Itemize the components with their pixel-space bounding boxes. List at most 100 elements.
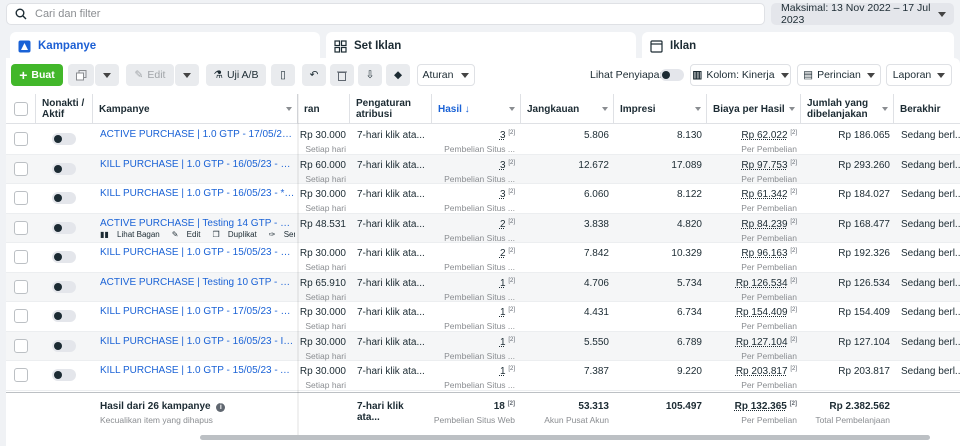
duplicate-action[interactable]: ❐ Duplikat — [212, 230, 262, 239]
campaign-name-link[interactable]: KILL PURCHASE | 1.0 GTP - 15/05/23 - Be.… — [100, 243, 295, 272]
row-checkbox[interactable] — [14, 309, 28, 323]
campaign-toggle[interactable] — [52, 251, 76, 265]
col-impressions[interactable]: Impresi — [614, 94, 707, 124]
col-toggle[interactable]: Nonakti / Aktif — [36, 94, 93, 124]
pin-action[interactable]: ✑ Sematkan — [269, 230, 295, 239]
campaign-name-link[interactable]: KILL PURCHASE | 1.0 GTP - 17/05/23 - Nai… — [100, 302, 295, 331]
row-checkbox[interactable] — [14, 338, 28, 353]
table-row[interactable]: KILL PURCHASE | 1.0 GTP - 16/05/23 - Pix… — [6, 154, 960, 184]
col-amount-spent[interactable]: Jumlah yang dibelanjakan — [801, 94, 894, 124]
table-row[interactable]: KILL PURCHASE | 1.0 GTP - 16/05/23 - * -… — [6, 184, 960, 214]
select-all-checkbox[interactable] — [14, 102, 28, 116]
tab-ad-sets[interactable]: Set Iklan — [326, 32, 636, 60]
budget-value: Rp 30.000 — [299, 189, 346, 200]
footer-results: 18 [2] Pembelian Situs Web — [432, 393, 515, 437]
attribution-cell: 7-hari klik ata... — [357, 307, 425, 318]
rules-dropdown[interactable]: Aturan — [417, 64, 475, 86]
breakdown-dropdown[interactable]: ▤ Perincian — [797, 64, 881, 86]
delete-button[interactable] — [330, 64, 354, 86]
row-checkbox[interactable] — [14, 191, 28, 205]
campaign-name-link[interactable]: KILL PURCHASE | 1.0 GTP - 16/05/23 - Int… — [100, 332, 295, 361]
results-value: 3 — [499, 159, 506, 171]
tag-button[interactable]: ◆ — [386, 64, 410, 86]
campaign-name-link[interactable]: ACTIVE PURCHASE | Testing 10 GTP - 19/05… — [100, 273, 295, 302]
reach-cell: 3.838 — [583, 218, 609, 230]
campaign-name-link[interactable]: ACTIVE PURCHASE | Testing 14 GTP - 19/05… — [100, 214, 295, 243]
footer-cpr-sub: Per Pembelian — [741, 415, 797, 425]
campaign-toggle[interactable] — [52, 339, 76, 354]
reach-cell: 5.550 — [583, 336, 609, 348]
campaign-toggle[interactable] — [52, 280, 76, 295]
col-reach-label: Jangkauan — [527, 103, 580, 115]
table-row[interactable]: KILL PURCHASE | 1.0 GTP - 16/05/23 - Int… — [6, 331, 960, 361]
campaign-name-link[interactable]: KILL PURCHASE | 1.0 GTP - 16/05/23 - * -… — [100, 184, 295, 213]
col-budget[interactable]: ran — [298, 94, 350, 124]
footnote-marker: [2] — [790, 336, 797, 343]
campaign-toggle[interactable] — [52, 369, 76, 383]
impressions-cell: 17.089 — [671, 159, 702, 171]
campaign-toggle[interactable] — [52, 133, 76, 147]
table-row[interactable]: KILL PURCHASE | 1.0 GTP - 17/05/23 - Nai… — [6, 302, 960, 332]
attribution-cell: 7-hari klik ata... — [357, 130, 425, 141]
campaign-name-link[interactable]: KILL PURCHASE | 1.0 GTP - 15/05/23 - AGU… — [100, 361, 295, 390]
table-row[interactable]: ACTIVE PURCHASE | 1.0 GTP - 17/05/23 - m… — [6, 125, 960, 155]
row-checkbox[interactable] — [14, 279, 28, 294]
col-results[interactable]: Hasil ↓ — [432, 94, 521, 124]
campaign-toggle[interactable] — [52, 162, 76, 177]
toggle-switch — [52, 251, 76, 263]
table-row[interactable]: ACTIVE PURCHASE | Testing 14 GTP - 19/05… — [6, 213, 960, 243]
campaign-toggle[interactable] — [52, 310, 76, 324]
reach-cell: 7.387 — [583, 366, 609, 377]
clipboard-button[interactable]: ▯ — [271, 64, 295, 86]
view-chart-action[interactable]: ▮▮ Lihat Bagan — [100, 230, 166, 239]
date-range-picker[interactable]: Maksimal: 13 Nov 2022 – 17 Jul 2023 — [771, 2, 954, 26]
create-button[interactable]: + Buat — [11, 64, 63, 86]
cpr-value: Rp 62.022 — [741, 130, 788, 141]
export-button[interactable]: ⇩ — [358, 64, 382, 86]
row-checkbox[interactable] — [14, 161, 28, 176]
table-row[interactable]: KILL PURCHASE | 1.0 GTP - 15/05/23 - Be.… — [6, 243, 960, 273]
campaign-toggle[interactable] — [52, 192, 76, 206]
impressions-cell: 6.789 — [676, 336, 702, 348]
col-reach[interactable]: Jangkauan — [521, 94, 614, 124]
impressions-cell: 5.734 — [676, 277, 702, 289]
footnote-marker: [2] — [790, 159, 797, 166]
ab-test-button[interactable]: ⚗ Uji A/B — [206, 64, 266, 86]
col-campaign[interactable]: Kampanye — [93, 94, 298, 124]
chevron-down-icon — [509, 107, 515, 111]
chevron-down-icon — [882, 107, 888, 111]
row-checkbox[interactable] — [14, 250, 28, 264]
horizontal-scrollbar[interactable] — [200, 435, 930, 440]
reports-dropdown[interactable]: Laporan — [886, 64, 952, 86]
footer-results-value: 18 — [493, 401, 505, 412]
results-cell: 2 [2] Pembelian Situs ... — [432, 243, 515, 272]
col-attribution[interactable]: Pengaturan atribusi — [350, 94, 432, 124]
edit-action[interactable]: ✎ Edit — [172, 230, 207, 239]
search-input[interactable]: Cari dan filter — [6, 3, 765, 25]
duplicate-button[interactable] — [68, 64, 94, 86]
col-ends[interactable]: Berakhir — [894, 94, 960, 124]
budget-value: Rp 30.000 — [299, 130, 346, 141]
tab-ads[interactable]: Iklan — [642, 32, 954, 60]
cost-per-result-cell: Rp 96.163 [2] Per Pembelian — [707, 243, 797, 272]
preview-toggle[interactable] — [660, 69, 684, 82]
row-checkbox[interactable] — [14, 220, 28, 235]
table-header: Nonakti / Aktif Kampanye ran Pengaturan … — [6, 94, 960, 124]
reach-cell: 6.060 — [583, 189, 609, 200]
col-cost-per-result[interactable]: Biaya per Hasil — [707, 94, 801, 124]
campaign-name-link[interactable]: KILL PURCHASE | 1.0 GTP - 16/05/23 - Pix… — [100, 155, 295, 184]
table-row[interactable]: KILL PURCHASE | 1.0 GTP - 15/05/23 - AGU… — [6, 361, 960, 391]
amount-spent-cell: Rp 293.260 — [838, 159, 890, 171]
tab-campaigns[interactable]: Kampanye — [10, 32, 320, 60]
row-checkbox[interactable] — [14, 368, 28, 382]
duplicate-dropdown[interactable] — [95, 64, 119, 86]
edit-dropdown[interactable] — [175, 64, 199, 86]
undo-button[interactable]: ↶ — [302, 64, 326, 86]
row-checkbox[interactable] — [14, 132, 28, 146]
campaign-name-link[interactable]: ACTIVE PURCHASE | 1.0 GTP - 17/05/23 - m… — [100, 125, 295, 154]
table-row[interactable]: ACTIVE PURCHASE | Testing 10 GTP - 19/05… — [6, 272, 960, 302]
campaign-name: KILL PURCHASE | 1.0 GTP - 15/05/23 - Be.… — [100, 247, 295, 258]
campaign-toggle[interactable] — [52, 221, 76, 236]
edit-button[interactable]: ✎ Edit — [126, 64, 174, 86]
columns-dropdown[interactable]: ▥ Kolom: Kinerja — [690, 64, 791, 86]
